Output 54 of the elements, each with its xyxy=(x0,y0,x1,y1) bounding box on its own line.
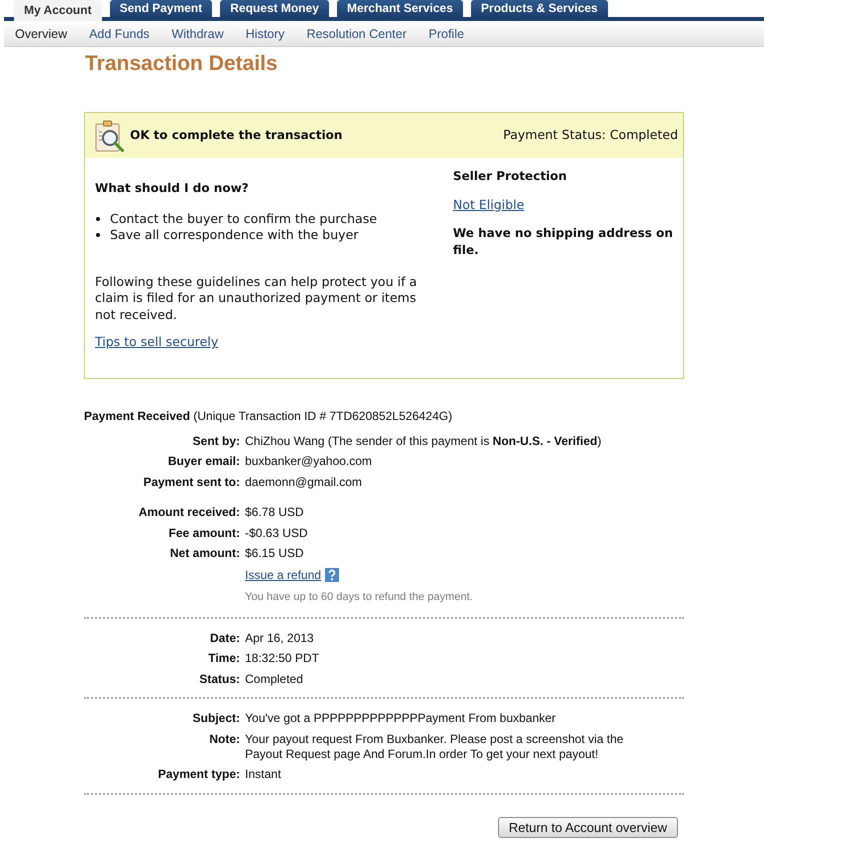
nav-tab[interactable]: My Account xyxy=(14,0,102,21)
field-value: buxbanker@yahoo.com xyxy=(245,454,373,469)
return-button[interactable]: Return to Account overview xyxy=(498,816,678,838)
guideline-text: Save all correspondence with the buyer xyxy=(110,227,358,244)
field-label: Buyer email: xyxy=(166,454,240,469)
field-label: Payment type: xyxy=(156,767,240,782)
field-value: ChiZhou Wang (The sender of this payment is Non-U.S. - Verified) xyxy=(245,434,602,448)
nav-tab[interactable]: Request Money xyxy=(220,0,329,17)
bullet-icon xyxy=(96,216,100,221)
nav-tab[interactable]: Send Payment xyxy=(110,0,212,17)
guidance-text: Following these guidelines can help protect you if a claim is filed for an unauthorized payment or items not received. xyxy=(95,274,418,323)
field-label: Sent by: xyxy=(192,434,240,448)
guideline-text: Contact the buyer to confirm the purchase xyxy=(110,210,377,227)
shipping-note: We have no shipping address on file. xyxy=(453,225,674,258)
subnav-link[interactable]: Withdraw xyxy=(160,26,235,40)
field-label: Subject: xyxy=(192,711,240,726)
subnav-link[interactable]: History xyxy=(234,26,296,40)
field-label: Time: xyxy=(207,651,240,666)
field-value: daemonn@gmail.com xyxy=(245,474,363,490)
field-label: Date: xyxy=(208,630,240,646)
field-label: Amount received: xyxy=(138,505,240,520)
nav-tab[interactable]: Products & Services xyxy=(471,0,608,17)
field-value: $6.78 USD xyxy=(245,505,305,520)
guidance-heading: What should I do now? xyxy=(95,180,250,196)
payment-heading: Payment Received (Unique Transaction ID # 7TD620852L526424G) xyxy=(84,408,454,424)
subnav-link[interactable]: Overview xyxy=(4,26,78,40)
field-value: Completed xyxy=(245,672,304,686)
field-value: 18:32:50 PDT xyxy=(245,651,320,666)
field-label: Payment sent to: xyxy=(142,474,240,490)
field-value: Apr 16, 2013 xyxy=(245,630,315,646)
eligibility-link[interactable]: Not Eligible xyxy=(453,196,524,213)
field-value: Your payout request From Buxbanker. Please post a screenshot via the Payout Request page And Forum.In order To get your next payout! xyxy=(245,732,624,762)
field-value: Instant xyxy=(245,767,282,782)
protection-heading: Seller Protection xyxy=(453,168,568,184)
subnav-link[interactable]: Resolution Center xyxy=(296,26,418,40)
bullet-icon xyxy=(96,233,100,238)
help-icon[interactable] xyxy=(325,568,340,582)
payment-status: Payment Status: Completed xyxy=(503,127,678,144)
field-value: $6.15 USD xyxy=(245,546,305,561)
page-title: Transaction Details xyxy=(85,52,279,76)
status-title: OK to complete the transaction xyxy=(130,127,342,144)
nav-tab[interactable]: Merchant Services xyxy=(336,0,464,17)
subnav-link[interactable]: Add Funds xyxy=(78,26,161,40)
tips-link[interactable]: Tips to sell securely xyxy=(95,334,218,350)
refund-note: You have up to 60 days to refund the payment. xyxy=(245,590,473,604)
field-value: You've got a PPPPPPPPPPPPPPayment From buxbanker xyxy=(245,711,557,726)
field-label: Net amount: xyxy=(169,546,240,561)
clipboard-magnifier-icon xyxy=(95,120,124,152)
field-label: Status: xyxy=(198,672,240,686)
field-value: -$0.63 USD xyxy=(245,526,309,540)
field-label: Fee amount: xyxy=(168,526,240,540)
subnav-link[interactable]: Profile xyxy=(418,26,476,40)
field-label: Note: xyxy=(208,732,240,748)
refund-link[interactable]: Issue a refund xyxy=(245,568,322,582)
